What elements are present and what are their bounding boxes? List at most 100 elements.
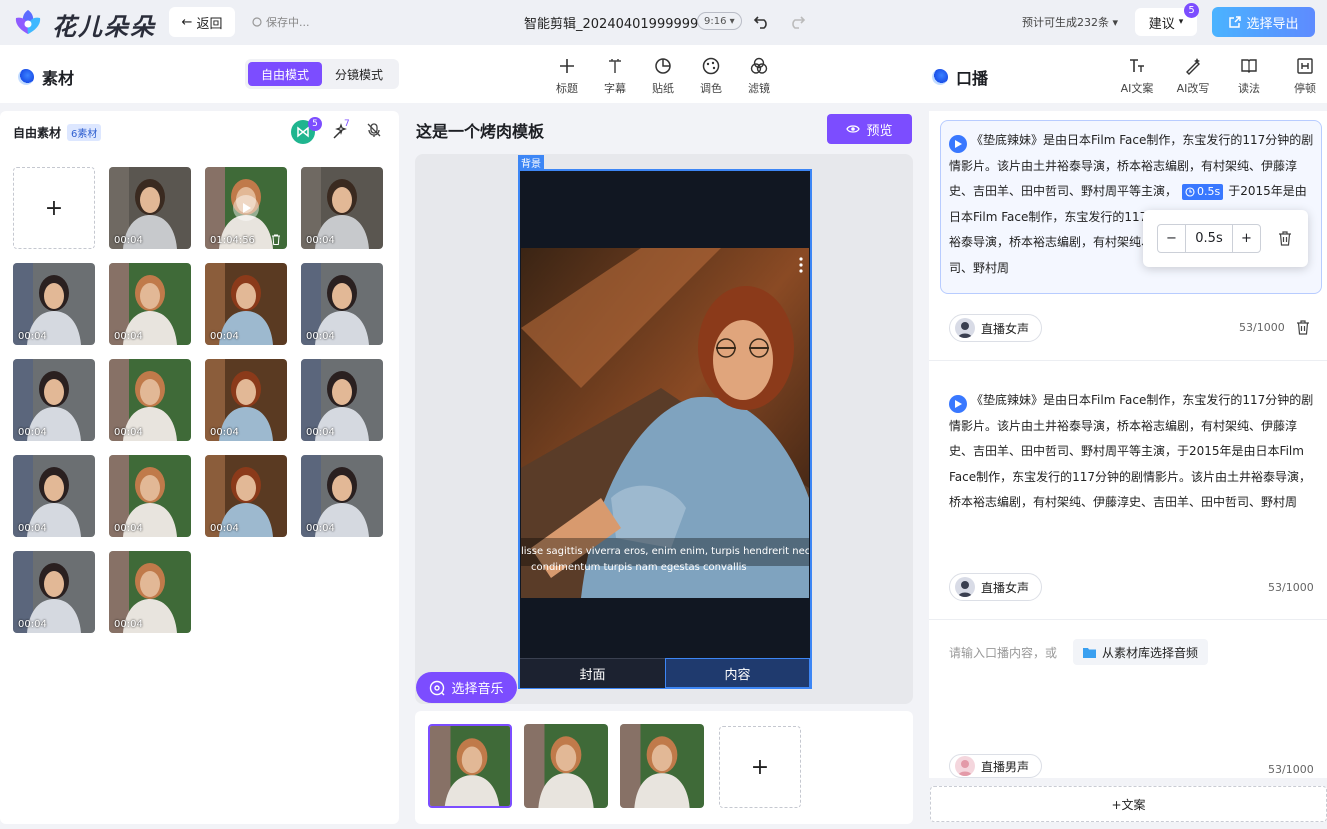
tool-pause[interactable]: 停顿 — [1285, 56, 1325, 96]
plus-icon — [560, 59, 574, 73]
material-thumb[interactable]: 01:04:56 — [205, 167, 287, 249]
material-count: 6素材 — [67, 124, 102, 141]
material-thumb[interactable]: 00:04 — [301, 167, 383, 249]
material-thumb[interactable]: 00:04 — [205, 359, 287, 441]
tool-ai-rewrite[interactable]: AI改写 — [1173, 56, 1213, 96]
more-vertical-icon[interactable] — [797, 256, 805, 274]
preview-button[interactable]: 预览 — [827, 114, 912, 144]
mode-free[interactable]: 自由模式 — [248, 62, 322, 86]
tool-sticker-label: 贴纸 — [652, 82, 674, 95]
material-thumb[interactable]: 00:04 — [301, 359, 383, 441]
tab-content[interactable]: 内容 — [665, 658, 810, 688]
duration-label: 00:04 — [114, 235, 143, 246]
edit-tools: 标题 字幕 贴纸 调色 滤镜 — [547, 56, 779, 96]
file-name[interactable]: 智能剪辑_20240401999999 — [524, 13, 698, 32]
add-frame-button[interactable]: + — [719, 726, 801, 808]
script-text-2[interactable]: 《垫底辣妹》是由日本Film Face制作，东宝发行的117分钟的剧情影片。该片… — [949, 388, 1314, 516]
material-thumb[interactable]: 00:04 — [301, 263, 383, 345]
suggest-label: 建议 — [1148, 16, 1175, 32]
back-button[interactable]: ← 返回 — [169, 7, 235, 37]
mic-off-icon[interactable] — [366, 122, 382, 138]
clock-icon — [1185, 187, 1195, 197]
estimate-text: 预计可生成232条 — [1022, 16, 1109, 29]
material-thumb[interactable]: 00:04 — [109, 263, 191, 345]
estimate-select[interactable]: 预计可生成232条 ▾ — [1022, 14, 1118, 30]
stepper-value[interactable]: 0.5s — [1186, 225, 1232, 252]
export-button[interactable]: 选择导出 — [1212, 7, 1315, 37]
voice-name-1: 直播女声 — [981, 321, 1030, 336]
trash-icon[interactable] — [1296, 320, 1310, 335]
storyboard-frame[interactable] — [620, 724, 704, 808]
pause-stepper: − 0.5s + — [1157, 224, 1261, 253]
script-input[interactable]: 请输入口播内容，或 — [949, 644, 1057, 661]
duration-label: 00:04 — [114, 523, 143, 534]
tool-ai-text-label: AI文案 — [1120, 82, 1154, 95]
play-icon[interactable] — [233, 195, 259, 221]
eye-icon — [846, 125, 861, 133]
material-title: 素材 — [42, 69, 75, 88]
material-badge-a: 5 — [308, 117, 322, 131]
tool-ai-rewrite-label: AI改写 — [1176, 82, 1210, 95]
plus-button[interactable]: + — [1232, 225, 1260, 252]
material-panel-title: 自由素材 6素材 — [13, 124, 102, 141]
material-thumb[interactable]: 00:04 — [109, 551, 191, 633]
audio-library-button[interactable]: 从素材库选择音频 — [1073, 639, 1209, 665]
add-material-button[interactable]: + — [13, 167, 95, 249]
select-music-button[interactable]: 选择音乐 — [416, 672, 517, 703]
duration-label: 00:04 — [18, 619, 47, 630]
mode-storyboard[interactable]: 分镜模式 — [322, 62, 396, 86]
duration-label: 00:04 — [210, 331, 239, 342]
chevron-down-icon: ▾ — [1109, 16, 1119, 29]
tool-ai-text[interactable]: AI文案 — [1117, 56, 1157, 96]
tool-reading[interactable]: 读法 — [1229, 56, 1269, 96]
tool-color[interactable]: 调色 — [691, 56, 731, 96]
material-thumb[interactable]: 00:04 — [13, 263, 95, 345]
duration-label: 00:04 — [306, 523, 335, 534]
material-thumb[interactable]: 00:04 — [205, 455, 287, 537]
script-2-content: 《垫底辣妹》是由日本Film Face制作，东宝发行的117分钟的剧情影片。该片… — [949, 393, 1314, 509]
storyboard-frame[interactable] — [428, 724, 512, 808]
add-copy-button[interactable]: +文案 — [930, 786, 1327, 822]
avatar — [955, 318, 975, 338]
sticker-icon — [655, 58, 671, 74]
trash-icon[interactable] — [1278, 231, 1292, 246]
duration-label: 00:04 — [114, 427, 143, 438]
redo-icon[interactable] — [787, 11, 807, 31]
chevron-down-icon: ▾ — [726, 15, 735, 27]
material-thumb[interactable]: 00:04 — [13, 551, 95, 633]
minus-button[interactable]: − — [1158, 225, 1186, 252]
voice-select-3[interactable]: 直播男声 — [949, 754, 1043, 778]
play-icon[interactable] — [949, 395, 967, 413]
tool-title[interactable]: 标题 — [547, 56, 587, 96]
logo-text: 花儿朵朵 — [52, 12, 156, 41]
material-thumb[interactable]: 00:04 — [301, 455, 383, 537]
storyboard-frame[interactable] — [524, 724, 608, 808]
voice-select-1[interactable]: 直播女声 — [949, 314, 1043, 342]
duration-label: 00:04 — [18, 427, 47, 438]
duration-label: 00:04 — [18, 331, 47, 342]
section-dot-icon — [932, 69, 948, 85]
voice-title: 口播 — [956, 69, 989, 88]
section-dot-icon — [18, 69, 34, 85]
pause-marker[interactable]: 0.5s — [1182, 184, 1224, 200]
ai-text-icon — [1130, 59, 1144, 72]
material-thumb[interactable]: 00:04 — [13, 359, 95, 441]
music-label: 选择音乐 — [451, 682, 504, 697]
caption-line-1[interactable]: lisse sagittis viverra eros, enim enim, … — [521, 546, 809, 557]
tool-sticker[interactable]: 贴纸 — [643, 56, 683, 96]
material-thumb[interactable]: 00:04 — [109, 359, 191, 441]
material-thumb[interactable]: 00:04 — [205, 263, 287, 345]
tool-filter[interactable]: 滤镜 — [739, 56, 779, 96]
tool-reading-label: 读法 — [1238, 82, 1260, 95]
voice-select-2[interactable]: 直播女声 — [949, 573, 1043, 601]
trash-icon[interactable] — [271, 234, 281, 245]
tab-cover[interactable]: 封面 — [520, 658, 665, 688]
ratio-select[interactable]: 9:16 ▾ — [697, 12, 742, 30]
material-thumb[interactable]: 00:04 — [13, 455, 95, 537]
material-thumb[interactable]: 00:04 — [109, 167, 191, 249]
tool-subtitle[interactable]: 字幕 — [595, 56, 635, 96]
play-icon[interactable] — [949, 135, 967, 153]
caption-line-2[interactable]: condimentum turpis nam egestas convallis — [531, 562, 747, 573]
undo-icon[interactable] — [752, 11, 772, 31]
material-thumb[interactable]: 00:04 — [109, 455, 191, 537]
